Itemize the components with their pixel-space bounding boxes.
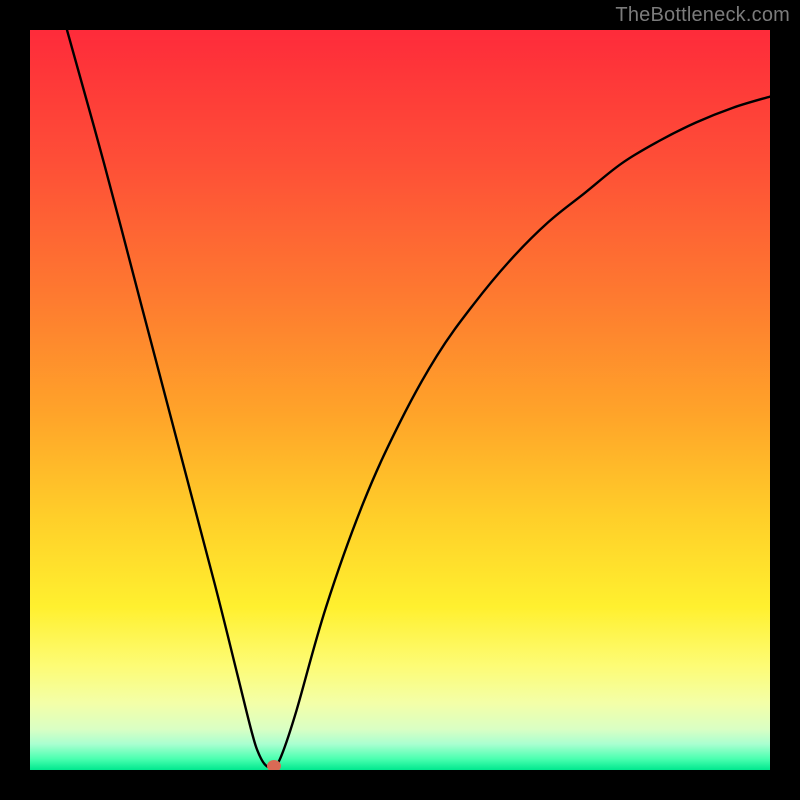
minimum-marker-dot xyxy=(267,760,281,770)
chart-frame: TheBottleneck.com xyxy=(0,0,800,800)
plot-area xyxy=(30,30,770,770)
bottleneck-curve xyxy=(30,30,770,770)
watermark-text: TheBottleneck.com xyxy=(615,4,790,27)
